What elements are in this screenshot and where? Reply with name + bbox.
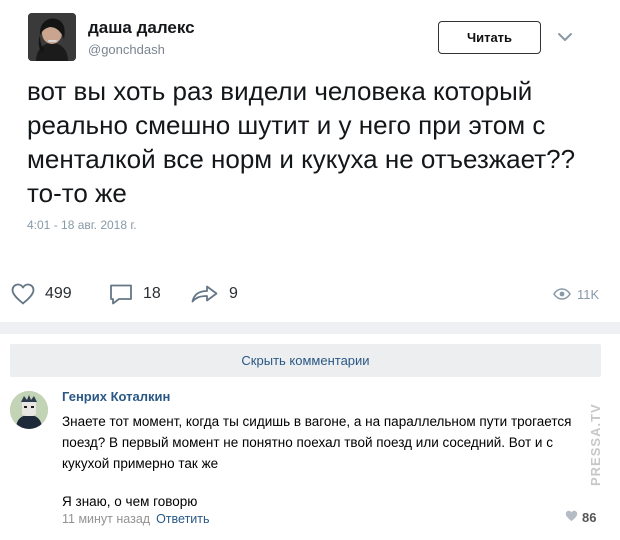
comment-text: Знаете тот момент, когда ты сидишь в ваг… [62, 411, 597, 512]
tweet-card: даша далекс @gonchdash Читать вот вы хот… [0, 0, 620, 322]
comment-paragraph-2: Я знаю, о чем говорю [62, 494, 198, 509]
share-count: 9 [229, 285, 238, 302]
section-divider [0, 322, 620, 334]
heart-icon [565, 510, 578, 525]
comment-reply-link[interactable]: Ответить [156, 512, 209, 526]
views-counter: 11K [553, 282, 599, 306]
reply-count: 18 [143, 285, 161, 302]
author-avatar[interactable] [28, 13, 76, 61]
share-icon [190, 282, 220, 306]
follow-button[interactable]: Читать [438, 21, 541, 54]
author-handle[interactable]: @gonchdash [88, 42, 165, 57]
comment-author[interactable]: Генрих Коталкин [62, 389, 170, 404]
eye-icon [553, 288, 571, 300]
author-display-name[interactable]: даша далекс [88, 18, 195, 38]
comment-like-button[interactable]: 86 [565, 510, 596, 525]
share-button[interactable]: 9 [190, 282, 238, 306]
commenter-avatar[interactable] [10, 391, 48, 429]
comment-icon [108, 282, 134, 306]
chevron-down-icon[interactable] [556, 28, 574, 46]
heart-icon [10, 282, 36, 306]
like-button[interactable]: 499 [10, 282, 72, 306]
like-count: 499 [45, 285, 72, 302]
comment-like-count: 86 [582, 510, 597, 525]
views-count: 11K [577, 286, 600, 302]
comment-time[interactable]: 11 минут назад [62, 512, 150, 526]
reply-button[interactable]: 18 [108, 282, 161, 306]
watermark: PRESSA.TV [588, 403, 603, 486]
tweet-timestamp[interactable]: 4:01 - 18 авг. 2018 г. [27, 218, 137, 232]
tweet-text: вот вы хоть раз видели человека который … [27, 76, 576, 208]
hide-comments-button[interactable]: Скрыть комментарии [10, 344, 601, 377]
comment-meta: 11 минут назад Ответить [62, 512, 210, 526]
comment-paragraph-1: Знаете тот момент, когда ты сидишь в ваг… [62, 414, 572, 471]
